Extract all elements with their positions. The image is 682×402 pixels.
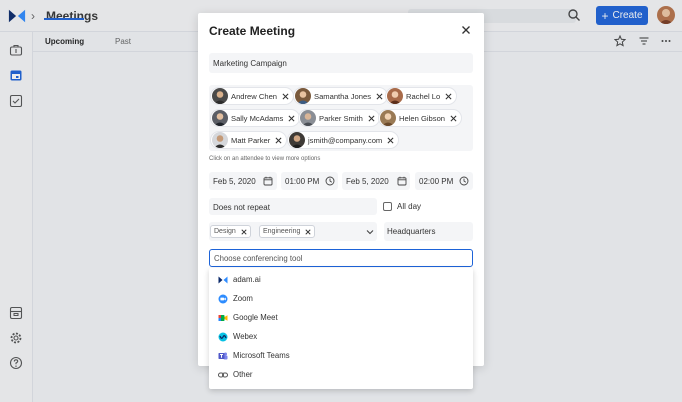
remove-icon[interactable]: [450, 115, 457, 122]
option-label: Zoom: [233, 294, 253, 303]
all-day-checkbox[interactable]: [383, 202, 392, 211]
attendee-name: Parker Smith: [319, 113, 363, 123]
attendee-name: Helen Gibson: [399, 113, 446, 123]
conferencing-option-other[interactable]: Other: [209, 365, 473, 384]
avatar: [289, 132, 305, 148]
conferencing-tool-input[interactable]: Choose conferencing tool: [209, 249, 473, 267]
all-day-label: All day: [397, 202, 422, 211]
dialog-title: Create Meeting: [209, 24, 296, 38]
chevron-down-icon[interactable]: [366, 228, 374, 236]
attendee-chip[interactable]: Andrew Chen: [210, 87, 295, 105]
remove-icon[interactable]: [376, 93, 383, 100]
clock-icon[interactable]: [325, 176, 335, 186]
close-icon[interactable]: [461, 25, 471, 35]
tags-field[interactable]: Design Engineering: [209, 222, 377, 241]
option-label: Other: [233, 370, 253, 379]
avatar: [380, 110, 396, 126]
remove-icon[interactable]: [368, 115, 375, 122]
avatar: [300, 110, 316, 126]
attendee-chip[interactable]: jsmith@company.com: [287, 131, 400, 149]
calendar-icon[interactable]: [263, 176, 273, 186]
conferencing-option-webex[interactable]: Webex: [209, 327, 473, 346]
microsoft-teams-icon: [218, 352, 228, 359]
attendee-chip[interactable]: Samantha Jones: [293, 87, 388, 105]
option-label: Microsoft Teams: [233, 351, 290, 360]
end-time-value: 02:00 PM: [419, 177, 454, 186]
calendar-icon[interactable]: [397, 176, 407, 186]
avatar: [212, 110, 228, 126]
remove-icon[interactable]: [387, 137, 394, 144]
repeat-select[interactable]: Does not repeat: [209, 198, 377, 215]
attendee-chip[interactable]: Matt Parker: [210, 131, 288, 149]
attendee-hint: Click on an attendee to view more option…: [209, 156, 321, 162]
conferencing-option-google-meet[interactable]: Google Meet: [209, 308, 473, 327]
conferencing-option-zoom[interactable]: Zoom: [209, 289, 473, 308]
option-label: Google Meet: [233, 313, 278, 322]
attendee-name: Samantha Jones: [314, 91, 371, 101]
end-date-value: Feb 5, 2020: [346, 177, 389, 186]
attendee-chip[interactable]: Parker Smith: [298, 109, 380, 127]
clock-icon[interactable]: [459, 176, 469, 186]
conferencing-dropdown: adam.ai Zoom Google Meet Webex Microsoft…: [209, 268, 473, 389]
option-label: Webex: [233, 332, 258, 341]
tag-label: Design: [214, 228, 236, 235]
remove-icon[interactable]: [445, 93, 452, 100]
avatar: [295, 88, 311, 104]
attendee-name: Rachel Lo: [406, 91, 441, 101]
option-label: adam.ai: [233, 275, 261, 284]
remove-icon[interactable]: [241, 228, 247, 235]
location-input[interactable]: Headquarters: [384, 222, 473, 241]
start-date-value: Feb 5, 2020: [213, 177, 256, 186]
avatar: [387, 88, 403, 104]
adam-ai-logo-icon: [218, 276, 228, 283]
attendee-name: Andrew Chen: [231, 91, 278, 101]
start-time-value: 01:00 PM: [285, 177, 320, 186]
attendee-chip[interactable]: Sally McAdams: [210, 109, 301, 127]
google-meet-icon: [218, 314, 228, 321]
tag-chip[interactable]: Engineering: [259, 225, 316, 238]
meeting-title-input[interactable]: Marketing Campaign: [209, 53, 473, 73]
attendee-name: Matt Parker: [231, 135, 271, 145]
tag-chip[interactable]: Design: [210, 225, 251, 238]
conferencing-option-adam-ai[interactable]: adam.ai: [209, 270, 473, 289]
avatar: [212, 88, 228, 104]
tag-label: Engineering: [263, 228, 301, 235]
zoom-icon: [218, 294, 228, 303]
remove-icon[interactable]: [282, 93, 289, 100]
remove-icon[interactable]: [288, 115, 295, 122]
attendee-name: jsmith@company.com: [308, 135, 383, 145]
webex-icon: [218, 332, 228, 341]
conferencing-option-microsoft-teams[interactable]: Microsoft Teams: [209, 346, 473, 365]
link-icon: [218, 372, 228, 377]
attendee-chip[interactable]: Helen Gibson: [378, 109, 463, 127]
avatar: [212, 132, 228, 148]
attendees-field[interactable]: Andrew Chen Samantha Jones Rachel Lo Sal…: [209, 85, 473, 151]
attendee-chip[interactable]: Rachel Lo: [385, 87, 458, 105]
remove-icon[interactable]: [275, 137, 282, 144]
attendee-name: Sally McAdams: [231, 113, 284, 123]
remove-icon[interactable]: [305, 228, 311, 235]
